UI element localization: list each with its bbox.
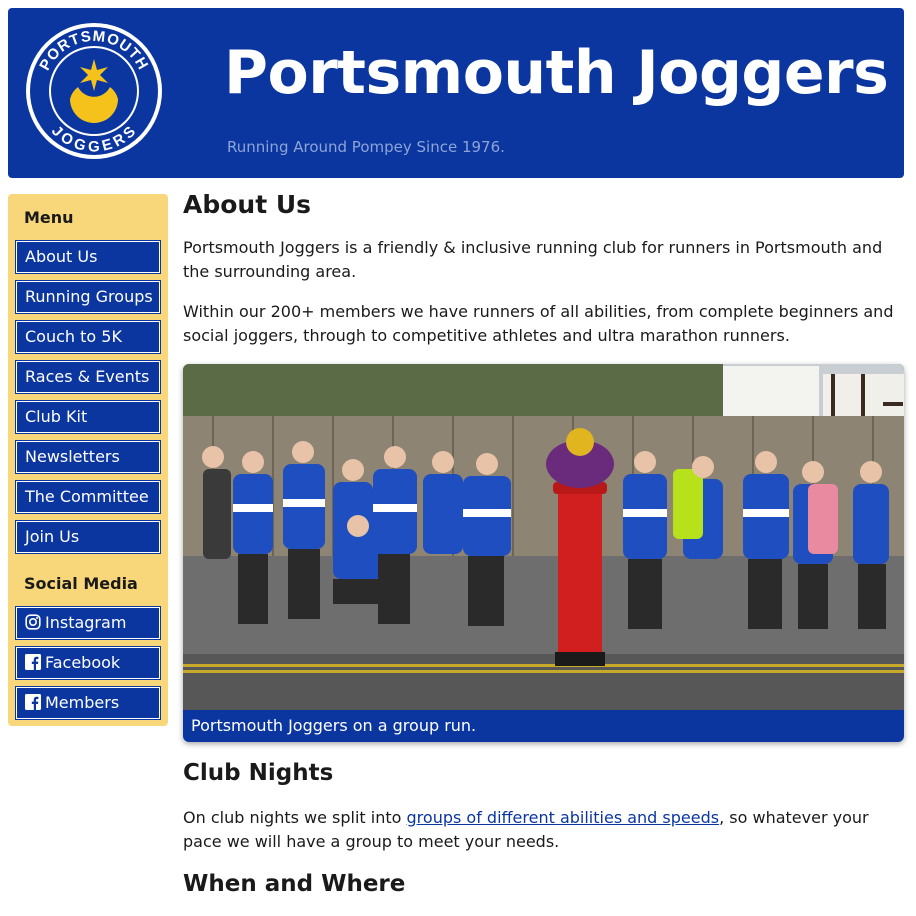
nav-join-us[interactable]: Join Us: [16, 521, 160, 553]
nav-couch-to-5k[interactable]: Couch to 5K: [16, 321, 160, 353]
facebook-label: Facebook: [45, 653, 121, 672]
group-photo-figure: Portsmouth Joggers on a group run.: [183, 364, 904, 742]
site-title: Portsmouth Joggers: [224, 38, 889, 108]
photo-caption: Portsmouth Joggers on a group run.: [183, 710, 904, 742]
nav-members[interactable]: Members: [16, 687, 160, 719]
facebook-icon: [25, 653, 41, 670]
site-header: PORTSMOUTH JOGGERS Portsmouth Joggers Ru…: [8, 8, 904, 178]
nav-instagram[interactable]: Instagram: [16, 607, 160, 639]
instagram-icon: [25, 613, 41, 630]
club-logo[interactable]: PORTSMOUTH JOGGERS: [24, 21, 164, 161]
nav-newsletters[interactable]: Newsletters: [16, 441, 160, 473]
when-and-where-heading: When and Where: [183, 871, 406, 897]
site-tagline: Running Around Pompey Since 1976.: [227, 138, 505, 156]
club-nights-text-before: On club nights we split into: [183, 808, 407, 827]
social-media-heading: Social Media: [24, 574, 138, 593]
facebook-icon: [25, 693, 41, 710]
nav-club-kit[interactable]: Club Kit: [16, 401, 160, 433]
club-nights-heading: Club Nights: [183, 760, 334, 786]
menu-heading: Menu: [24, 208, 74, 227]
group-run-photo: [183, 364, 904, 710]
nav-facebook[interactable]: Facebook: [16, 647, 160, 679]
page-heading: About Us: [183, 190, 312, 219]
nav-races-events[interactable]: Races & Events: [16, 361, 160, 393]
sidebar: Menu About Us Running Groups Couch to 5K…: [8, 194, 168, 726]
members-paragraph: Within our 200+ members we have runners …: [183, 302, 894, 345]
nav-about-us[interactable]: About Us: [16, 241, 160, 273]
instagram-label: Instagram: [45, 613, 127, 632]
club-nights-paragraph: On club nights we split into groups of d…: [183, 806, 904, 854]
nav-running-groups[interactable]: Running Groups: [16, 281, 160, 313]
nav-the-committee[interactable]: The Committee: [16, 481, 160, 513]
running-groups-link[interactable]: groups of different abilities and speeds: [407, 808, 720, 827]
members-label: Members: [45, 693, 120, 712]
intro-paragraph: Portsmouth Joggers is a friendly & inclu…: [183, 238, 883, 281]
